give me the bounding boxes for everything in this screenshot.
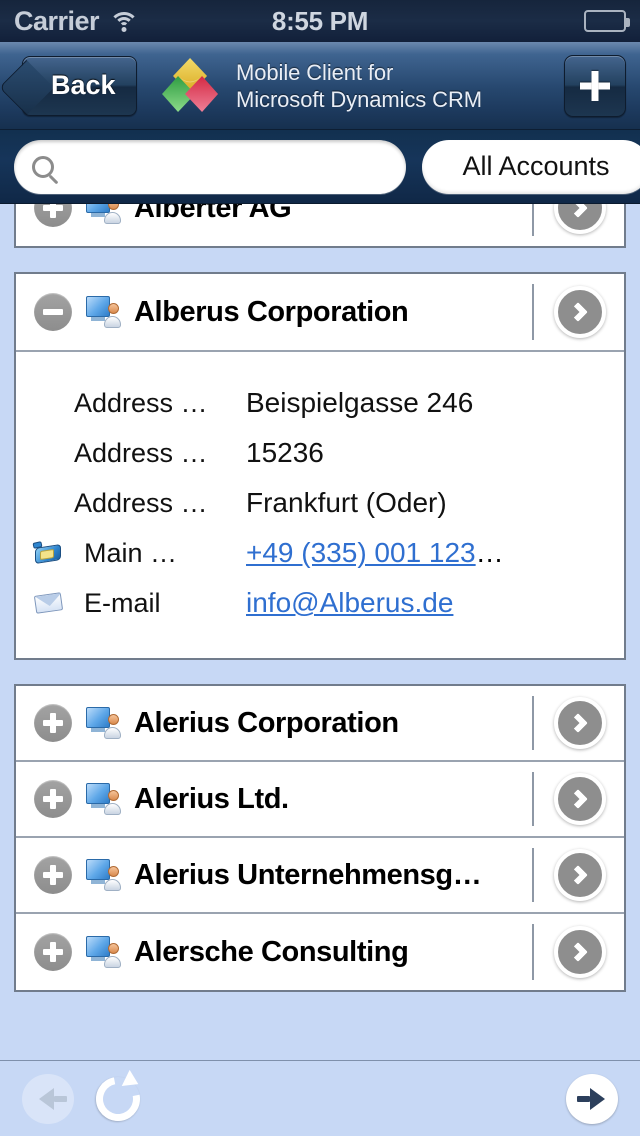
chevron-right-icon[interactable] (554, 204, 606, 234)
list-item[interactable]: Alerius Ltd. (16, 762, 624, 838)
expand-toggle-icon[interactable] (34, 856, 72, 894)
chevron-right-icon[interactable] (554, 773, 606, 825)
detail-row: Address … 15236 (16, 428, 624, 478)
email-link[interactable]: info@Alberus.de (246, 587, 453, 619)
detail-label-text: Main … (84, 537, 178, 568)
wifi-icon (109, 10, 140, 32)
account-detail-panel: Address … Beispielgasse 246 Address … 15… (16, 350, 624, 658)
detail-label: Address … (74, 387, 208, 418)
account-icon (86, 859, 121, 891)
refresh-icon[interactable] (87, 1067, 149, 1130)
account-name: Alberter AG (134, 204, 292, 224)
dynamics-logo-icon (158, 55, 222, 117)
list-item[interactable]: Alerius Corporation (16, 686, 624, 762)
row-divider (532, 772, 534, 826)
app-title-block: Mobile Client for Microsoft Dynamics CRM (158, 55, 482, 117)
app-title-line2: Microsoft Dynamics CRM (236, 86, 482, 112)
account-name: Alerius Unternehmensg… (134, 858, 482, 891)
detail-row-phone: Main … +49 (335) 001 123… (16, 528, 624, 578)
navigation-bar: Back Mobile Client for Microsoft Dynamic… (0, 42, 640, 130)
chevron-right-icon[interactable] (554, 286, 606, 338)
detail-row-email: E-mail info@Alberus.de (16, 578, 624, 628)
detail-value: Frankfurt (Oder) (246, 487, 447, 518)
row-divider (532, 284, 534, 340)
detail-row: Address … Beispielgasse 246 (16, 378, 624, 428)
account-name: Alersche Consulting (134, 935, 409, 968)
battery-icon (584, 10, 630, 32)
detail-row: Address … Frankfurt (Oder) (16, 478, 624, 528)
row-divider (532, 924, 534, 980)
expand-toggle-icon[interactable] (34, 780, 72, 818)
detail-label: Address … (74, 487, 208, 518)
chevron-right-icon[interactable] (554, 926, 606, 978)
back-button[interactable]: Back (22, 55, 137, 116)
row-divider (532, 696, 534, 750)
detail-label-phone: Main … (32, 537, 246, 569)
account-name: Alerius Ltd. (134, 782, 289, 815)
add-record-button[interactable] (564, 54, 626, 117)
search-icon (32, 155, 54, 178)
email-icon (33, 591, 64, 615)
expanded-account-card: Alberus Corporation Address … Beispielga… (14, 272, 626, 660)
account-name: Alerius Corporation (134, 706, 399, 739)
collapse-toggle-icon[interactable] (34, 293, 72, 331)
status-bar-left: Carrier (14, 5, 140, 37)
expand-toggle-icon[interactable] (34, 704, 72, 742)
status-bar-right (584, 10, 630, 32)
list-item[interactable]: Alersche Consulting (16, 914, 624, 990)
detail-label-email: E-mail (33, 587, 246, 619)
search-field[interactable] (14, 139, 406, 194)
account-icon (86, 204, 121, 224)
back-button-label: Back (51, 70, 116, 100)
bottom-toolbar (0, 1060, 640, 1136)
detail-value: Beispielgasse 246 (246, 387, 474, 418)
detail-value: 15236 (246, 437, 324, 468)
account-icon (86, 296, 121, 328)
search-input[interactable] (66, 152, 388, 181)
account-list-scroll[interactable]: Alberter AG Alberus Corporation Address … (0, 204, 640, 1060)
status-bar: Carrier 8:55 PM (0, 0, 640, 42)
list-item[interactable]: Alerius Unternehmensg… (16, 838, 624, 914)
app-title-line1: Mobile Client for (236, 59, 394, 85)
row-divider (532, 848, 534, 902)
list-item[interactable]: Alberus Corporation (16, 274, 624, 350)
view-filter-button[interactable]: All Accounts (422, 139, 640, 194)
account-name: Alberus Corporation (134, 295, 409, 328)
clipped-account-card: Alberter AG (14, 204, 626, 248)
carrier-label: Carrier (14, 5, 100, 36)
account-icon (86, 936, 121, 968)
phone-ellipsis: … (475, 537, 504, 568)
row-divider (532, 204, 534, 236)
expand-toggle-icon[interactable] (34, 204, 72, 227)
arrow-right-icon[interactable] (566, 1073, 618, 1124)
chevron-right-icon[interactable] (554, 697, 606, 749)
account-list-card: Alerius Corporation Alerius Ltd. Alerius… (14, 684, 626, 992)
list-item[interactable]: Alberter AG (16, 204, 624, 246)
detail-label-text: E-mail (84, 587, 161, 618)
phone-link[interactable]: +49 (335) 001 123 (246, 537, 476, 569)
view-filter-label: All Accounts (462, 151, 610, 181)
account-icon (86, 707, 121, 739)
phone-icon (32, 541, 64, 565)
arrow-left-icon[interactable] (22, 1073, 74, 1124)
app-title: Mobile Client for Microsoft Dynamics CRM (236, 59, 482, 113)
search-bar: All Accounts (0, 130, 640, 204)
chevron-right-icon[interactable] (554, 849, 606, 901)
account-icon (86, 783, 121, 815)
detail-label: Address … (74, 437, 208, 468)
expand-toggle-icon[interactable] (34, 933, 72, 971)
